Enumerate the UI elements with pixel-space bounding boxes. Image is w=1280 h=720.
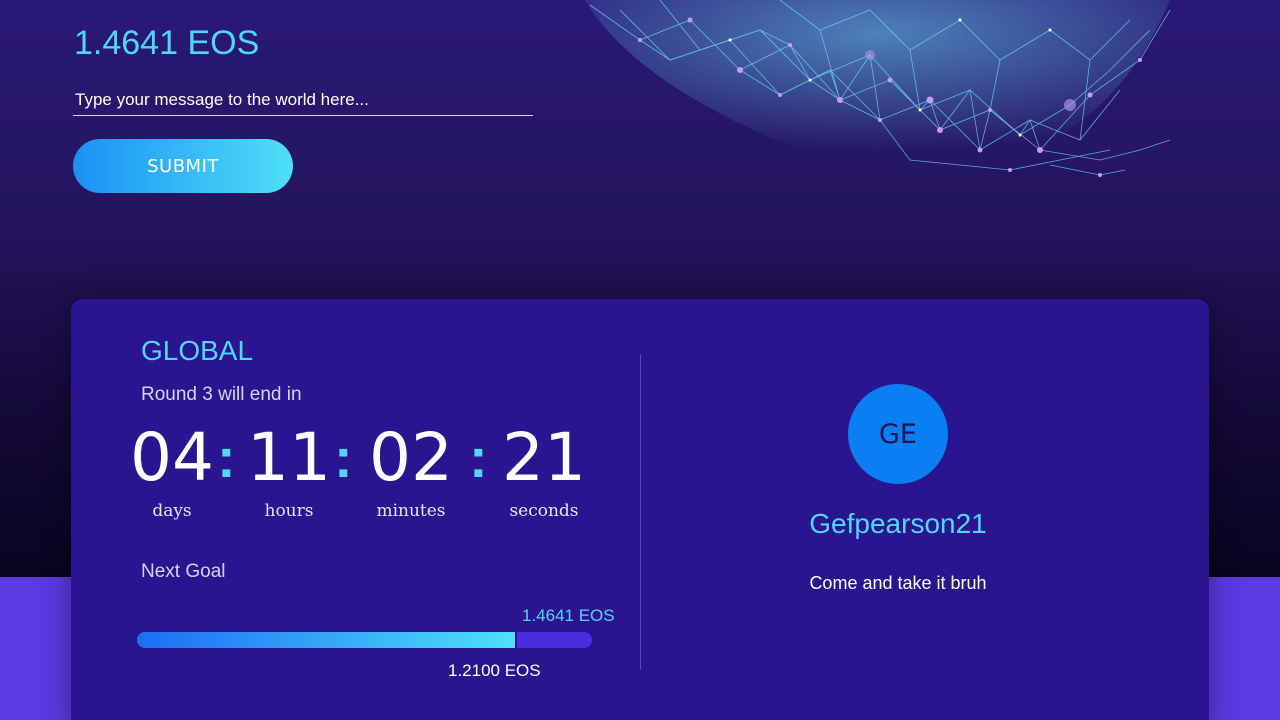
submit-button[interactable]: SUBMIT	[73, 139, 293, 193]
next-goal-label: Next Goal	[141, 561, 226, 582]
goal-target-amount: 1.2100 EOS	[448, 661, 541, 680]
leader-username: Gefpearson21	[809, 508, 987, 539]
countdown-separator: :	[334, 426, 353, 489]
avatar: GE	[848, 384, 948, 484]
hours-label: hours	[264, 501, 314, 521]
message-input[interactable]	[73, 84, 533, 116]
goal-progress-bar	[137, 632, 592, 648]
days-label: days	[152, 501, 192, 521]
countdown-minutes: 02 minutes	[367, 419, 455, 521]
global-card: GLOBAL Round 3 will end in 04 days : 11 …	[71, 299, 1209, 720]
round-end-text: Round 3 will end in	[141, 384, 302, 405]
goal-current-amount: 1.4641 EOS	[522, 606, 615, 625]
countdown-days: 04 days	[129, 419, 215, 521]
global-title: GLOBAL	[141, 335, 254, 366]
network-globe-illustration	[585, 0, 1171, 177]
countdown-timer: 04 days : 11 hours : 02 minutes : 21 sec…	[129, 419, 599, 529]
countdown-hours: 11 hours	[246, 419, 332, 521]
leader-message: Come and take it bruh	[809, 573, 987, 593]
goal-progress-fill	[137, 632, 517, 648]
countdown-seconds: 21 seconds	[501, 419, 587, 521]
countdown-separator: :	[217, 426, 236, 489]
seconds-label: seconds	[509, 501, 579, 521]
minutes-value: 02	[369, 419, 453, 496]
card-divider	[640, 354, 641, 670]
minutes-label: minutes	[376, 501, 446, 521]
days-value: 04	[130, 419, 214, 496]
eos-balance: 1.4641 EOS	[74, 24, 260, 62]
seconds-value: 21	[502, 419, 586, 496]
countdown-separator: :	[469, 426, 488, 489]
hours-value: 11	[247, 419, 331, 496]
